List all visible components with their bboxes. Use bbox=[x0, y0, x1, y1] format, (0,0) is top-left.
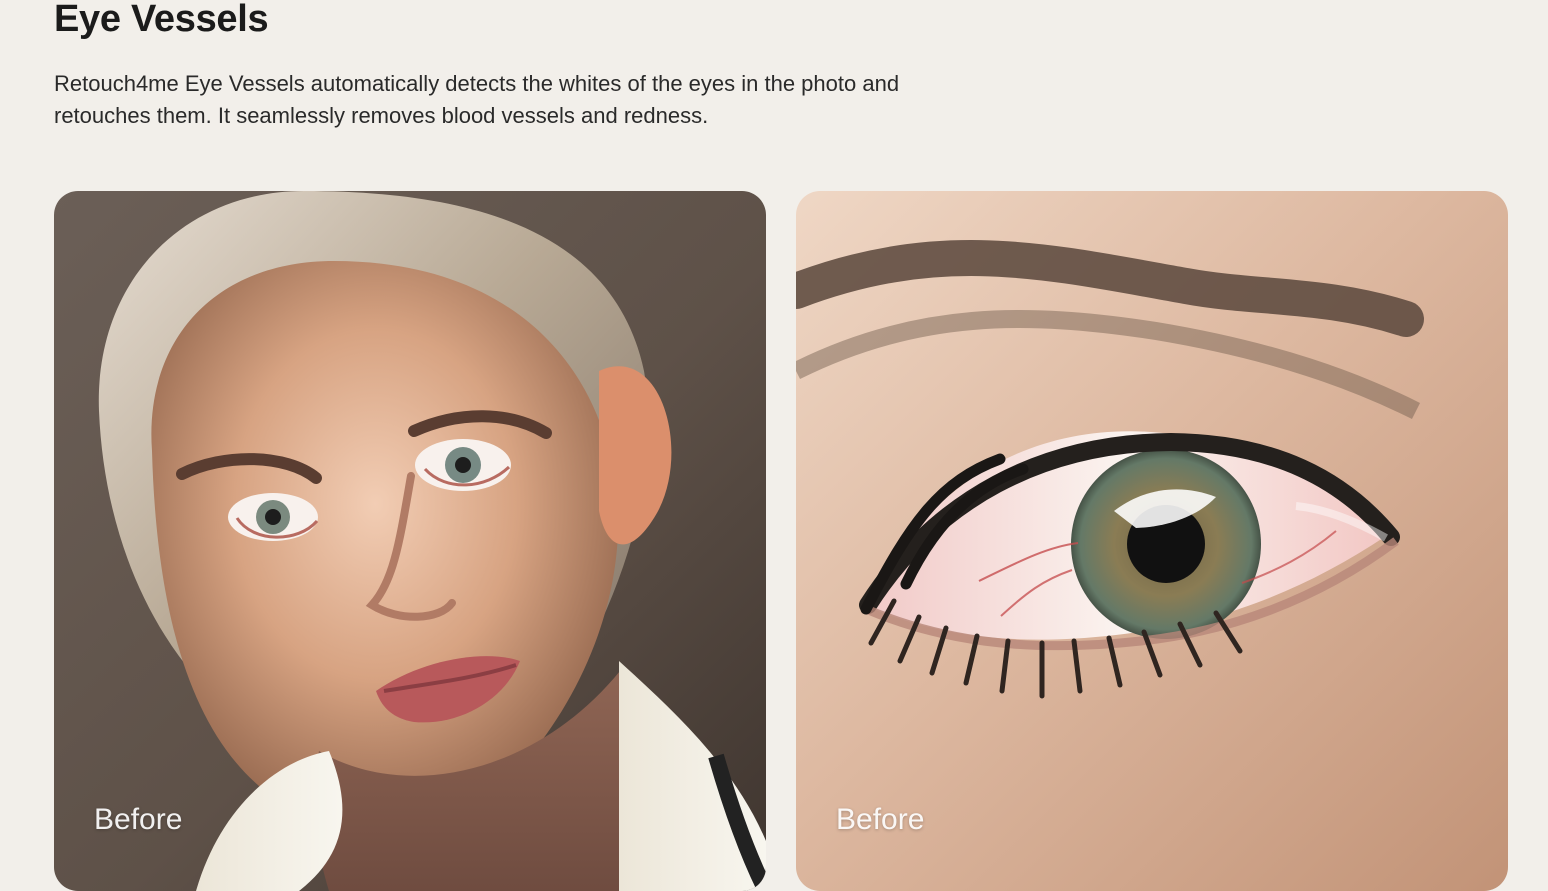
page-description: Retouch4me Eye Vessels automatically det… bbox=[54, 71, 900, 128]
eye-compare-card[interactable]: Before bbox=[796, 191, 1508, 891]
page-title: Eye Vessels bbox=[54, 0, 269, 40]
portrait-compare-card[interactable]: Before bbox=[54, 191, 766, 891]
before-label: Before bbox=[94, 803, 183, 836]
portrait-photo bbox=[54, 191, 766, 891]
before-label: Before bbox=[836, 803, 925, 836]
before-after-gallery: Before Before bbox=[54, 191, 1509, 891]
eye-closeup-photo bbox=[796, 191, 1508, 891]
